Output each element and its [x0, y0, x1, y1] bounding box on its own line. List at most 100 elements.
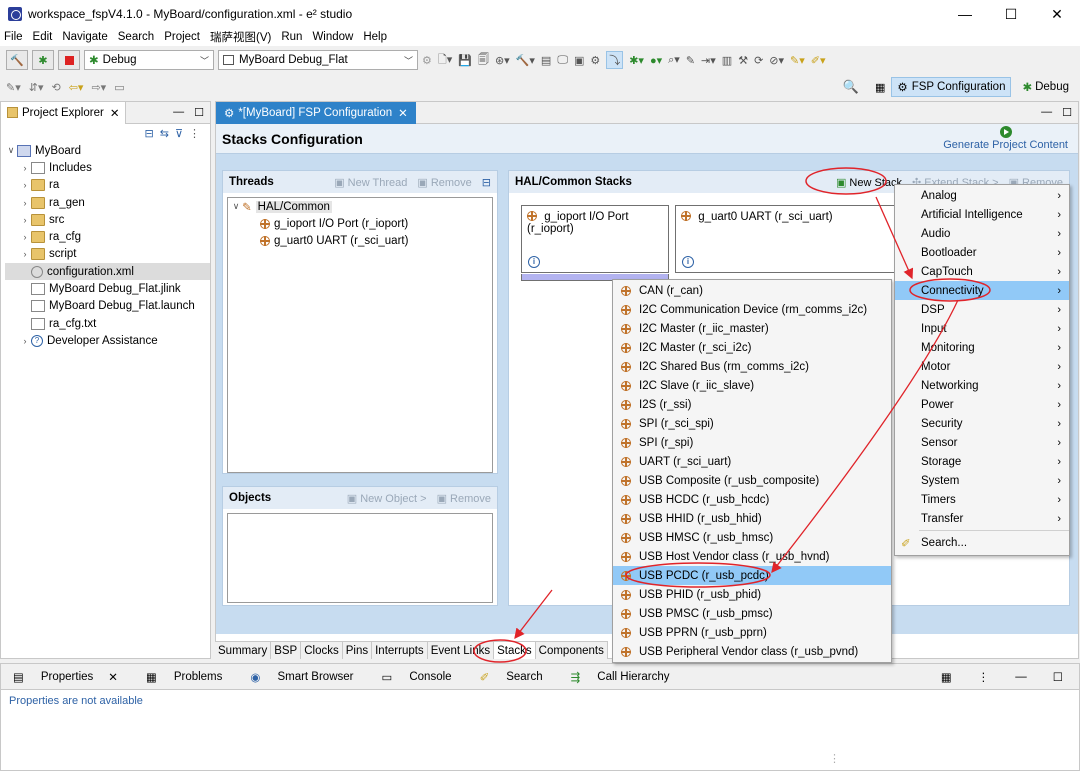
tree-item[interactable]: MyBoard Debug_Flat.launch	[5, 298, 210, 315]
chevron-right-icon[interactable]: ›	[19, 232, 31, 242]
menu-help[interactable]: Help	[363, 31, 387, 43]
tree-item[interactable]: › ra	[5, 177, 210, 194]
settings-icon[interactable]: ⚙	[590, 54, 600, 67]
category-item[interactable]: Timers ›	[895, 490, 1069, 509]
menu-window[interactable]: Window	[312, 31, 353, 43]
menu-run[interactable]: Run	[281, 31, 302, 43]
terminal-icon[interactable]: ▤	[541, 54, 551, 67]
close-icon[interactable]: ✕	[398, 106, 408, 120]
category-item[interactable]: CapTouch ›	[895, 262, 1069, 281]
chevron-right-icon[interactable]: ›	[19, 180, 31, 190]
minimize-view-icon[interactable]: —	[1041, 106, 1052, 119]
skip-breakpoints-icon[interactable]: ⤵	[606, 51, 624, 69]
tree-item-project[interactable]: ∨ MyBoard	[5, 142, 210, 159]
tab-summary[interactable]: Summary	[215, 642, 272, 659]
maximize-button[interactable]: ☐	[988, 0, 1034, 28]
chevron-right-icon[interactable]: ›	[19, 336, 31, 346]
module-item[interactable]: USB PPRN (r_usb_pprn)	[613, 623, 891, 642]
tree-item[interactable]: › ra_cfg	[5, 228, 210, 245]
category-item[interactable]: Monitoring ›	[895, 338, 1069, 357]
tree-item[interactable]: MyBoard Debug_Flat.jlink	[5, 280, 210, 297]
stack-card-uart[interactable]: g_uart0 UART (r_sci_uart) i	[675, 205, 905, 273]
category-item[interactable]: Transfer ›	[895, 509, 1069, 528]
chip-icon[interactable]: ▣	[574, 54, 584, 67]
module-item[interactable]: I2C Shared Bus (rm_comms_i2c)	[613, 357, 891, 376]
module-item[interactable]: UART (r_sci_uart)	[613, 452, 891, 471]
stop-button[interactable]	[58, 50, 80, 70]
tab-stacks[interactable]: Stacks	[494, 642, 536, 659]
tools-icon[interactable]: ⚒	[738, 54, 748, 67]
menu-navigate[interactable]: Navigate	[62, 31, 107, 43]
launch-config-combo[interactable]: MyBoard Debug_Flat ﹀	[218, 50, 418, 70]
chevron-right-icon[interactable]: ›	[19, 198, 31, 208]
info-icon[interactable]: i	[682, 256, 694, 268]
module-item[interactable]: USB HMSC (r_usb_hmsc)	[613, 528, 891, 547]
tree-item[interactable]: › src	[5, 211, 210, 228]
category-item[interactable]: Power ›	[895, 395, 1069, 414]
module-item[interactable]: USB Host Vendor class (r_usb_hvnd)	[613, 547, 891, 566]
category-item[interactable]: Analog ›	[895, 186, 1069, 205]
tree-item[interactable]: › Includes	[5, 159, 210, 176]
tab-interrupts[interactable]: Interrupts	[372, 642, 428, 659]
minimize-view-icon[interactable]: —	[173, 106, 184, 119]
chevron-right-icon[interactable]: ›	[19, 215, 31, 225]
generate-project-content-button[interactable]: Generate Project Content	[943, 124, 1068, 151]
close-icon[interactable]: ✕	[110, 106, 120, 120]
back-icon[interactable]: ⇦▾	[69, 81, 84, 94]
view-menu-icon[interactable]: ⋮	[189, 127, 200, 140]
remove-thread-button[interactable]: ▣ Remove	[417, 176, 471, 189]
category-item[interactable]: Connectivity ›	[895, 281, 1069, 300]
search-code-icon[interactable]: ⌕▾	[668, 53, 680, 67]
module-item[interactable]: USB PHID (r_usb_phid)	[613, 585, 891, 604]
save-icon[interactable]: 💾	[458, 54, 472, 67]
step-icon[interactable]: ⇥▾	[701, 54, 716, 67]
module-item[interactable]: I2C Slave (r_iic_slave)	[613, 376, 891, 395]
module-item[interactable]: USB HCDC (r_usb_hcdc)	[613, 490, 891, 509]
category-item[interactable]: Audio ›	[895, 224, 1069, 243]
tab-pins[interactable]: Pins	[343, 642, 373, 659]
tab-project-explorer[interactable]: Project Explorer ✕	[1, 101, 127, 124]
console-icon[interactable]: 🖵	[557, 54, 568, 67]
category-item[interactable]: Bootloader ›	[895, 243, 1069, 262]
tab-search[interactable]: ✐ Search	[474, 670, 551, 684]
maximize-view-icon[interactable]: ☐	[194, 106, 204, 119]
tab-event-links[interactable]: Event Links	[428, 642, 495, 659]
tab-console[interactable]: ▭ Console	[375, 670, 459, 684]
next-annotation-icon[interactable]: ⇵▾	[29, 81, 44, 94]
target-icon[interactable]: ⊛▾	[495, 54, 510, 67]
category-item[interactable]: Artificial Intelligence ›	[895, 205, 1069, 224]
build-button[interactable]: 🔨	[6, 50, 28, 70]
collapse-icon[interactable]: ⊟	[482, 176, 491, 189]
info-icon[interactable]: i	[528, 256, 540, 268]
open-task-icon[interactable]: ▭	[114, 81, 124, 94]
debug-icon[interactable]: ✱▾	[629, 54, 644, 67]
module-item[interactable]: USB PCDC (r_usb_pcdc)	[613, 566, 891, 585]
maximize-view-icon[interactable]: ☐	[1062, 106, 1072, 119]
minimize-button[interactable]: —	[942, 0, 988, 28]
history-icon[interactable]: ⟲	[52, 81, 61, 94]
pen-icon[interactable]: ✎▾	[790, 54, 805, 67]
category-item[interactable]: System ›	[895, 471, 1069, 490]
menu-search[interactable]: Search	[118, 31, 154, 43]
category-item[interactable]: Networking ›	[895, 376, 1069, 395]
gear-icon[interactable]: ⚙	[422, 54, 432, 67]
resize-grip-icon[interactable]: ⋮	[829, 752, 840, 765]
annotation-icon[interactable]: ✎▾	[6, 81, 21, 94]
menu-edit[interactable]: Edit	[33, 31, 53, 43]
tab-smart-browser[interactable]: ◉ Smart Browser	[244, 670, 361, 684]
module-item[interactable]: SPI (r_sci_spi)	[613, 414, 891, 433]
memory-icon[interactable]: ▥	[722, 54, 732, 67]
module-item[interactable]: USB PMSC (r_usb_pmsc)	[613, 604, 891, 623]
tab-properties[interactable]: ▤ Properties ✕	[7, 670, 126, 684]
build-config-icon[interactable]: 🔨▾	[516, 54, 535, 67]
category-item[interactable]: Security ›	[895, 414, 1069, 433]
tree-item[interactable]: ›? Developer Assistance	[5, 332, 210, 349]
new-stack-button[interactable]: ▣ New Stack	[836, 176, 902, 189]
tab-call-hierarchy[interactable]: ⇶ Call Hierarchy	[565, 670, 678, 684]
category-item[interactable]: Storage ›	[895, 452, 1069, 471]
category-item[interactable]: DSP ›	[895, 300, 1069, 319]
view-menu-icon[interactable]: ⋮	[978, 670, 990, 684]
menu-project[interactable]: Project	[164, 31, 200, 43]
tab-clocks[interactable]: Clocks	[301, 642, 343, 659]
module-item[interactable]: I2C Master (r_sci_i2c)	[613, 338, 891, 357]
